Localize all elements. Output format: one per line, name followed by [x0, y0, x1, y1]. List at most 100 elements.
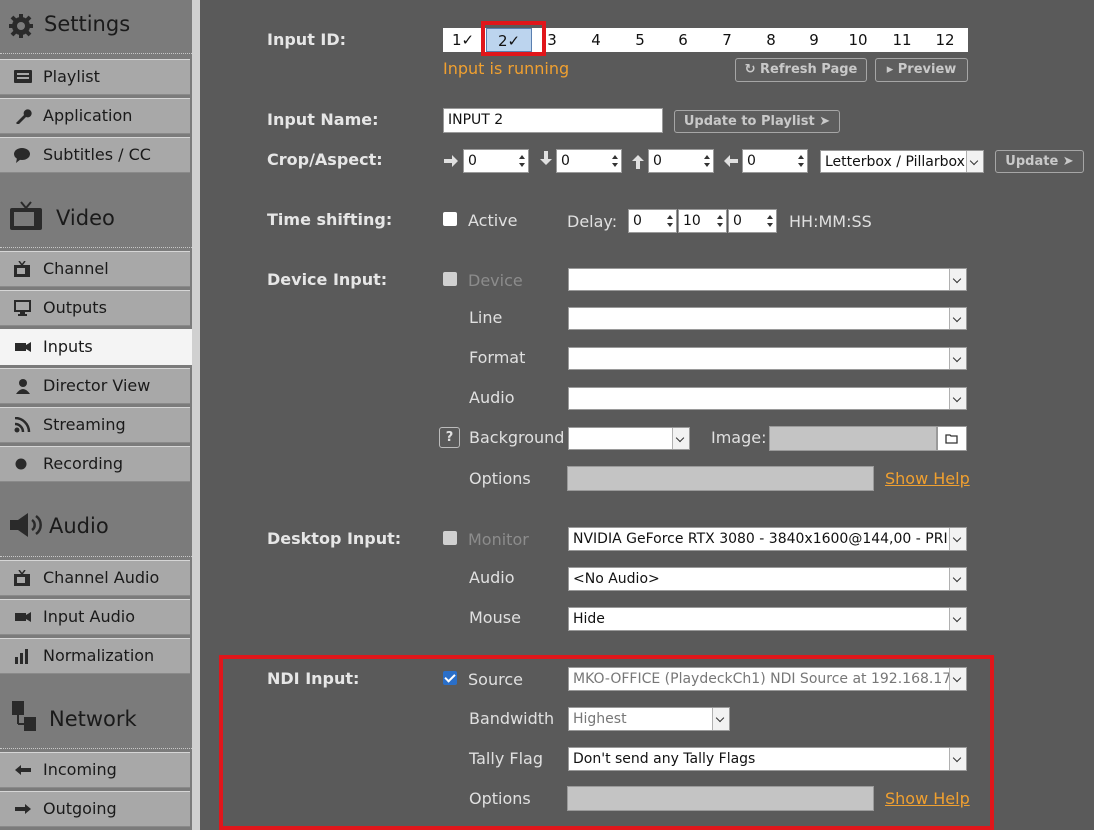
channel-icon — [14, 261, 30, 277]
device-select[interactable] — [568, 268, 967, 291]
tv-icon — [10, 201, 42, 230]
sidebar-item-outgoing[interactable]: Outgoing — [0, 791, 190, 827]
tab-input-8[interactable]: 8 — [757, 28, 785, 52]
sidebar-item-label: Recording — [43, 454, 124, 473]
delay-seconds-spinner[interactable]: 0 — [728, 209, 777, 233]
line-select[interactable] — [568, 307, 967, 330]
spinner-value: 0 — [561, 153, 570, 169]
sidebar-item-outputs[interactable]: Outputs — [0, 290, 190, 326]
tab-input-7[interactable]: 7 — [713, 28, 741, 52]
ndi-show-help-link[interactable]: Show Help — [885, 789, 970, 808]
line-label: Line — [469, 308, 503, 327]
tab-input-12[interactable]: 12 — [930, 28, 960, 52]
network-icon — [12, 701, 36, 731]
refresh-page-button[interactable]: ↻ Refresh Page — [735, 58, 867, 82]
section-settings-label: Settings — [44, 12, 131, 36]
tab-input-4[interactable]: 4 — [582, 28, 610, 52]
sidebar-item-channel-audio[interactable]: Channel Audio — [0, 560, 190, 596]
input-name-field[interactable]: INPUT 2 — [443, 108, 663, 133]
sidebar-item-recording[interactable]: Recording — [0, 446, 190, 482]
preview-button[interactable]: ▸ Preview — [875, 58, 968, 82]
input-audio-icon — [15, 612, 31, 622]
spinner-value: 0 — [468, 153, 477, 169]
bandwidth-select[interactable]: Highest — [568, 707, 730, 731]
tab-input-1[interactable]: 1✓ — [446, 28, 480, 52]
sidebar-item-channel[interactable]: Channel — [0, 251, 190, 287]
device-show-help-link[interactable]: Show Help — [885, 469, 970, 488]
sidebar-item-label: Outgoing — [43, 799, 117, 818]
speaker-icon — [10, 513, 42, 537]
chevron-down-icon — [672, 428, 689, 449]
crop-bottom-spinner[interactable]: 0 — [648, 149, 714, 173]
ndi-source-select[interactable]: MKO-OFFICE (PlaydeckCh1) NDI Source at 1… — [568, 667, 967, 691]
sidebar-item-input-audio[interactable]: Input Audio — [0, 599, 190, 635]
aspect-select[interactable]: Letterbox / Pillarbox — [820, 150, 984, 173]
mouse-label: Mouse — [469, 608, 521, 627]
delay-minutes-spinner[interactable]: 10 — [678, 209, 727, 233]
crop-aspect-label: Crop/Aspect: — [267, 150, 383, 169]
desktop-audio-select[interactable]: <No Audio> — [568, 567, 967, 591]
arrow-down-icon — [540, 151, 552, 165]
ndi-options-field[interactable] — [567, 786, 874, 811]
time-shift-active-checkbox[interactable] — [443, 212, 457, 226]
desktop-audio-value: <No Audio> — [573, 571, 660, 587]
input-name-label: Input Name: — [267, 110, 379, 129]
monitor-select[interactable]: NVIDIA GeForce RTX 3080 - 3840x1600@144,… — [568, 527, 967, 551]
section-network-label: Network — [49, 707, 137, 731]
input-status: Input is running — [443, 59, 570, 78]
sidebar-item-label: Input Audio — [43, 607, 135, 626]
sidebar-item-label: Streaming — [43, 415, 126, 434]
image-field[interactable] — [769, 426, 937, 451]
crop-top-spinner[interactable]: 0 — [556, 149, 622, 173]
device-audio-select[interactable] — [568, 387, 967, 410]
crop-right-spinner[interactable]: 0 — [742, 149, 808, 173]
chevron-down-icon — [949, 748, 966, 770]
update-crop-button[interactable]: Update ➤ — [995, 150, 1084, 173]
background-select[interactable] — [568, 427, 690, 450]
ndi-source-value: MKO-OFFICE (PlaydeckCh1) NDI Source at 1… — [573, 671, 965, 687]
delay-hours-spinner[interactable]: 0 — [628, 209, 677, 233]
crop-left-spinner[interactable]: 0 — [463, 149, 529, 173]
section-settings: Settings — [0, 0, 192, 54]
sidebar-item-director-view[interactable]: Director View — [0, 368, 190, 404]
help-button[interactable]: ? — [439, 427, 460, 448]
monitor-checkbox[interactable] — [443, 531, 457, 545]
sidebar-item-playlist[interactable]: Playlist — [0, 59, 190, 95]
mouse-select[interactable]: Hide — [568, 607, 967, 631]
tally-flag-value: Don't send any Tally Flags — [573, 751, 756, 767]
record-icon — [15, 458, 27, 470]
folder-browse-button[interactable] — [937, 426, 967, 451]
tab-input-6[interactable]: 6 — [669, 28, 697, 52]
sidebar-item-incoming[interactable]: Incoming — [0, 752, 190, 788]
sidebar-item-inputs[interactable]: Inputs — [0, 329, 192, 365]
sidebar-item-normalization[interactable]: Normalization — [0, 638, 190, 674]
tally-flag-select[interactable]: Don't send any Tally Flags — [568, 747, 967, 771]
desktop-input-label: Desktop Input: — [267, 529, 402, 548]
format-select[interactable] — [568, 347, 967, 370]
tab-input-9[interactable]: 9 — [800, 28, 828, 52]
sidebar-item-application[interactable]: Application — [0, 98, 190, 134]
bars-icon — [15, 649, 28, 664]
ndi-source-checkbox[interactable] — [443, 671, 457, 685]
device-input-label: Device Input: — [267, 270, 388, 289]
tab-input-3[interactable]: 3 — [538, 28, 566, 52]
wrench-icon — [16, 109, 32, 124]
sidebar-item-streaming[interactable]: Streaming — [0, 407, 190, 443]
tab-input-10[interactable]: 10 — [843, 28, 873, 52]
channel-audio-icon — [14, 570, 30, 586]
arrow-right-icon — [15, 804, 31, 814]
aspect-value: Letterbox / Pillarbox — [825, 154, 965, 170]
spinner-value: 0 — [733, 213, 742, 229]
device-checkbox[interactable] — [443, 272, 457, 286]
background-label: Background — [469, 428, 565, 447]
ndi-source-label: Source — [468, 670, 523, 689]
section-video: Video — [0, 188, 192, 248]
tab-input-5[interactable]: 5 — [626, 28, 654, 52]
device-options-field[interactable] — [567, 466, 874, 491]
delay-format-label: HH:MM:SS — [789, 212, 872, 231]
sidebar-item-subtitles[interactable]: Subtitles / CC — [0, 137, 190, 173]
update-to-playlist-button[interactable]: Update to Playlist ➤ — [674, 110, 840, 133]
tab-input-11[interactable]: 11 — [887, 28, 917, 52]
rss-icon — [14, 417, 31, 433]
sidebar-item-label: Director View — [43, 376, 151, 395]
